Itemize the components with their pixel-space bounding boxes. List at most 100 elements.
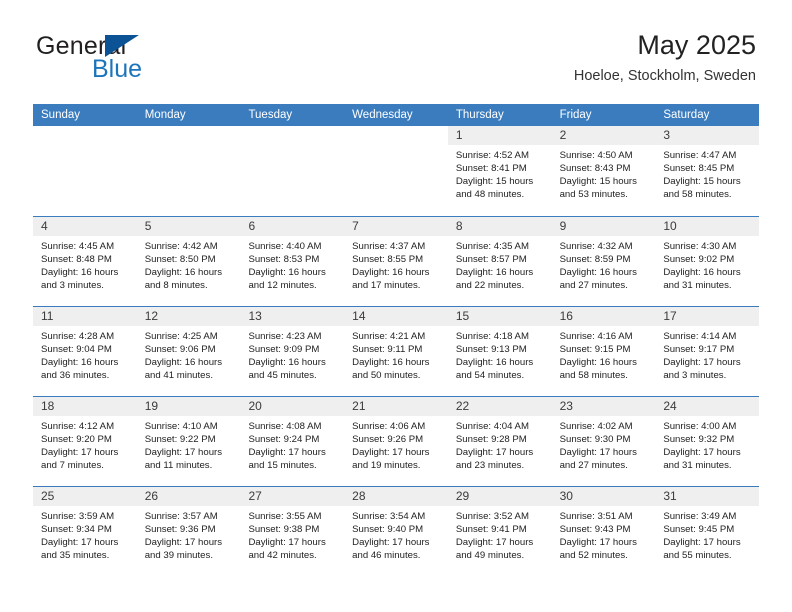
day-sunrise-text: Sunrise: 4:04 AM xyxy=(455,421,529,432)
logo-triangle-icon xyxy=(105,35,139,57)
day-sunrise-text: Sunrise: 3:52 AM xyxy=(455,511,529,522)
day-sunrise-text: Sunrise: 3:55 AM xyxy=(248,511,322,522)
day-sunrise-text: Sunrise: 4:00 AM xyxy=(663,421,737,432)
calendar-day-cell[interactable]: 18 Sunrise: 4:12 AM Sunset: 9:20 PM Dayligh… xyxy=(33,397,137,486)
day-daylight-line2-text: and 42 minutes. xyxy=(248,550,317,562)
weekday-header-friday: Friday xyxy=(559,109,592,121)
day-daylight-line2-text: and 52 minutes. xyxy=(559,550,628,562)
day-number: 2 xyxy=(559,128,567,142)
day-sun-info: Sunrise: 4:50 AM Sunset: 8:43 PM Daylight:… xyxy=(552,145,656,201)
day-sunrise-text: Sunrise: 4:25 AM xyxy=(144,331,218,342)
day-sunset-text: Sunset: 9:15 PM xyxy=(559,344,631,356)
calendar-day-cell[interactable]: 15 Sunrise: 4:18 AM Sunset: 9:13 PM Dayligh… xyxy=(447,307,552,396)
day-number: 20 xyxy=(248,399,262,413)
weekday-header-sunday: Sunday xyxy=(41,109,81,121)
day-sunrise-text: Sunrise: 3:51 AM xyxy=(559,511,633,522)
day-sunset-text: Sunset: 8:48 PM xyxy=(41,254,112,266)
day-number: 10 xyxy=(663,219,677,233)
day-sun-info: Sunrise: 3:54 AM Sunset: 9:40 PM Daylight:… xyxy=(344,506,448,562)
calendar-day-cell[interactable]: 8 Sunrise: 4:35 AM Sunset: 8:57 PM Daylight… xyxy=(447,217,552,306)
day-sun-info: Sunrise: 3:55 AM Sunset: 9:38 PM Daylight:… xyxy=(240,506,344,562)
day-daylight-line2-text: and 11 minutes. xyxy=(144,460,213,472)
calendar-day-cell[interactable]: 26 Sunrise: 3:57 AM Sunset: 9:36 PM Dayligh… xyxy=(136,487,241,576)
day-daylight-line2-text: and 54 minutes. xyxy=(455,370,525,382)
day-number: 9 xyxy=(559,219,567,233)
calendar-day-cell[interactable]: 4 Sunrise: 4:45 AM Sunset: 8:48 PM Daylight… xyxy=(33,217,137,306)
calendar-day-cell[interactable]: 1 Sunrise: 4:52 AM Sunset: 8:41 PM Daylight… xyxy=(447,126,552,216)
calendar-day-cell[interactable]: 22 Sunrise: 4:04 AM Sunset: 9:28 PM Dayligh… xyxy=(447,397,552,486)
calendar-day-cell[interactable]: 31 Sunrise: 3:49 AM Sunset: 9:45 PM Dayligh… xyxy=(655,487,760,576)
calendar-day-cell[interactable]: 2 Sunrise: 4:50 AM Sunset: 8:43 PM Daylight… xyxy=(551,126,656,216)
day-daylight-line2-text: and 3 minutes. xyxy=(663,370,727,382)
day-daylight-line1-text: Daylight: 17 hours xyxy=(663,447,741,459)
day-number-band xyxy=(344,126,448,145)
day-number-band xyxy=(551,126,656,145)
day-daylight-line2-text: and 50 minutes. xyxy=(352,370,421,382)
day-sun-info: Sunrise: 4:40 AM Sunset: 8:53 PM Daylight:… xyxy=(240,236,344,292)
calendar-day-cell[interactable]: 20 Sunrise: 4:08 AM Sunset: 9:24 PM Dayligh… xyxy=(240,397,345,486)
day-number: 12 xyxy=(144,309,159,323)
calendar-day-cell[interactable]: 27 Sunrise: 3:55 AM Sunset: 9:38 PM Dayligh… xyxy=(240,487,345,576)
calendar-day-cell[interactable]: 6 Sunrise: 4:40 AM Sunset: 8:53 PM Daylight… xyxy=(240,217,345,306)
calendar-day-cell[interactable]: 30 Sunrise: 3:51 AM Sunset: 9:43 PM Dayligh… xyxy=(551,487,656,576)
day-sunset-text: Sunset: 9:04 PM xyxy=(41,344,112,356)
day-sunset-text: Sunset: 9:38 PM xyxy=(248,524,320,536)
logo-text-blue: Blue xyxy=(92,55,143,83)
day-sunset-text: Sunset: 9:30 PM xyxy=(559,434,631,446)
calendar-day-cell[interactable]: 29 Sunrise: 3:52 AM Sunset: 9:41 PM Dayligh… xyxy=(447,487,552,576)
day-sunrise-text: Sunrise: 4:42 AM xyxy=(144,241,218,252)
day-number-band xyxy=(447,217,552,236)
day-number: 21 xyxy=(352,399,366,413)
day-daylight-line2-text: and 22 minutes. xyxy=(455,280,525,292)
day-number: 13 xyxy=(248,309,262,323)
calendar-grid: Sunday Monday Tuesday Wednesday Thursday Frid… xyxy=(33,104,760,576)
day-sunset-text: Sunset: 8:53 PM xyxy=(248,254,320,266)
calendar-day-cell[interactable]: 14 Sunrise: 4:21 AM Sunset: 9:11 PM Dayligh… xyxy=(344,307,448,396)
day-number: 11 xyxy=(41,309,54,323)
calendar-day-cell[interactable]: 17 Sunrise: 4:14 AM Sunset: 9:17 PM Dayligh… xyxy=(655,307,760,396)
calendar-day-cell[interactable]: 25 Sunrise: 3:59 AM Sunset: 9:34 PM Dayligh… xyxy=(33,487,137,576)
calendar-day-cell[interactable]: 16 Sunrise: 4:16 AM Sunset: 9:15 PM Dayligh… xyxy=(551,307,656,396)
calendar-day-cell[interactable]: 10 Sunrise: 4:30 AM Sunset: 9:02 PM Dayligh… xyxy=(655,217,760,306)
day-daylight-line2-text: and 41 minutes. xyxy=(144,370,213,382)
calendar-day-cell[interactable]: 23 Sunrise: 4:02 AM Sunset: 9:30 PM Dayligh… xyxy=(551,397,656,486)
day-number: 6 xyxy=(248,219,256,233)
day-daylight-line1-text: Daylight: 15 hours xyxy=(663,176,741,188)
calendar-day-cell[interactable]: 19 Sunrise: 4:10 AM Sunset: 9:22 PM Dayligh… xyxy=(136,397,241,486)
calendar-day-cell[interactable]: 9 Sunrise: 4:32 AM Sunset: 8:59 PM Daylight… xyxy=(551,217,656,306)
calendar-day-cell[interactable]: 3 Sunrise: 4:47 AM Sunset: 8:45 PM Daylight… xyxy=(655,126,760,216)
day-daylight-line2-text: and 8 minutes. xyxy=(144,280,208,292)
calendar-empty-cell xyxy=(344,126,448,216)
day-sun-info: Sunrise: 4:28 AM Sunset: 9:04 PM Daylight:… xyxy=(33,326,137,382)
day-sun-info: Sunrise: 4:47 AM Sunset: 8:45 PM Daylight:… xyxy=(655,145,759,201)
day-sunset-text: Sunset: 9:45 PM xyxy=(663,524,735,536)
day-daylight-line2-text: and 31 minutes. xyxy=(663,280,732,292)
day-daylight-line2-text: and 45 minutes. xyxy=(248,370,317,382)
calendar-day-cell[interactable]: 5 Sunrise: 4:42 AM Sunset: 8:50 PM Daylight… xyxy=(136,217,241,306)
calendar-day-cell[interactable]: 28 Sunrise: 3:54 AM Sunset: 9:40 PM Dayligh… xyxy=(344,487,448,576)
calendar-week-row: 4 Sunrise: 4:45 AM Sunset: 8:48 PM Daylight… xyxy=(33,216,760,306)
weekday-header-row: Sunday Monday Tuesday Wednesday Thursday Frid… xyxy=(33,104,759,126)
day-number-band xyxy=(33,126,137,145)
calendar-day-cell[interactable]: 11 Sunrise: 4:28 AM Sunset: 9:04 PM Dayligh… xyxy=(33,307,137,396)
day-daylight-line2-text: and 17 minutes. xyxy=(352,280,421,292)
calendar-day-cell[interactable]: 12 Sunrise: 4:25 AM Sunset: 9:06 PM Dayligh… xyxy=(136,307,241,396)
calendar-day-cell[interactable]: 7 Sunrise: 4:37 AM Sunset: 8:55 PM Daylight… xyxy=(344,217,448,306)
day-sunrise-text: Sunrise: 4:45 AM xyxy=(41,241,115,252)
calendar-day-cell[interactable]: 21 Sunrise: 4:06 AM Sunset: 9:26 PM Dayligh… xyxy=(344,397,448,486)
day-number: 16 xyxy=(559,309,573,323)
day-sunset-text: Sunset: 8:57 PM xyxy=(455,254,527,266)
day-daylight-line2-text: and 55 minutes. xyxy=(663,550,732,562)
day-number: 27 xyxy=(248,489,262,503)
day-daylight-line2-text: and 12 minutes. xyxy=(248,280,317,292)
day-sun-info: Sunrise: 4:14 AM Sunset: 9:17 PM Daylight:… xyxy=(655,326,759,382)
page-header: General Blue May 2025 Hoeloe, Stockholm,… xyxy=(36,28,756,96)
day-sun-info: Sunrise: 4:02 AM Sunset: 9:30 PM Daylight:… xyxy=(552,416,656,472)
day-number: 23 xyxy=(559,399,573,413)
day-sunset-text: Sunset: 9:28 PM xyxy=(455,434,527,446)
day-sun-info: Sunrise: 4:10 AM Sunset: 9:22 PM Daylight:… xyxy=(137,416,241,472)
calendar-day-cell[interactable]: 24 Sunrise: 4:00 AM Sunset: 9:32 PM Dayligh… xyxy=(655,397,760,486)
calendar-day-cell[interactable]: 13 Sunrise: 4:23 AM Sunset: 9:09 PM Dayligh… xyxy=(240,307,345,396)
day-number: 19 xyxy=(144,399,159,413)
day-daylight-line2-text: and 27 minutes. xyxy=(559,460,628,472)
